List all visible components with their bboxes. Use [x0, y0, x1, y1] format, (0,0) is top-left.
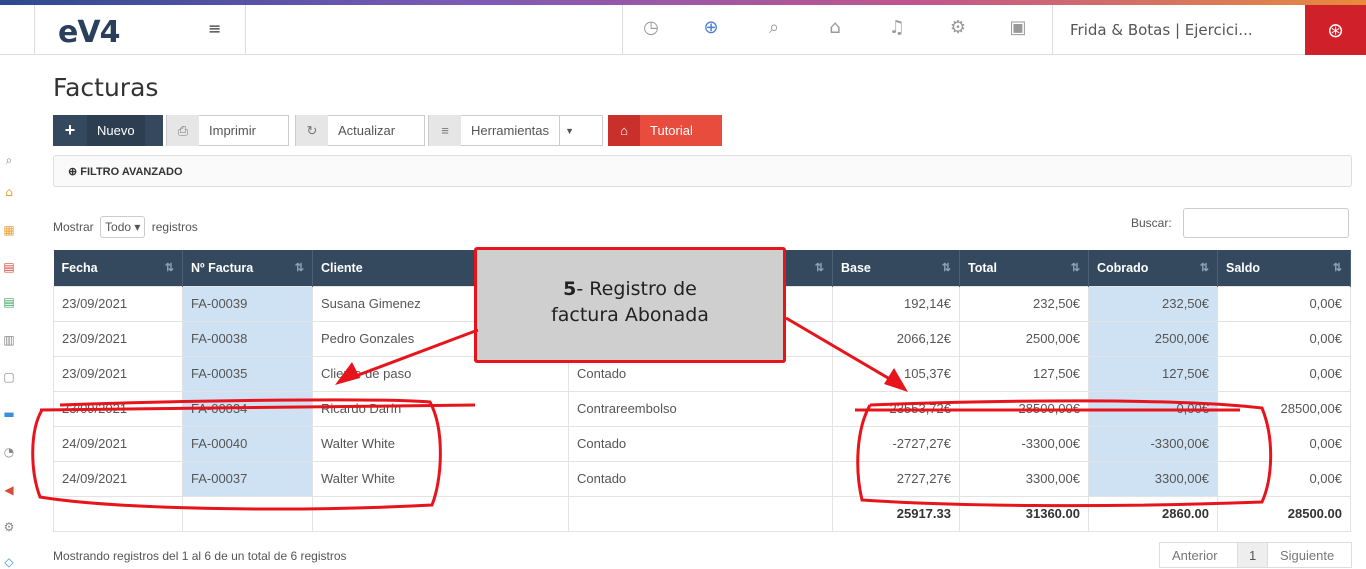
strike-line-left [39, 403, 476, 412]
arrow-line-right [785, 316, 901, 387]
highlight-circle-right [856, 399, 1273, 508]
prev-page-button[interactable]: Anterior [1159, 542, 1238, 568]
next-page-button[interactable]: Siguiente [1267, 542, 1352, 568]
arrow-head-right [884, 368, 908, 392]
annotation-overlay [31, 316, 1273, 511]
page-1-button[interactable]: 1 [1237, 542, 1268, 568]
highlight-circle-left [31, 398, 442, 511]
arrow-line-left [344, 328, 479, 382]
table-info: Mostrando registros del 1 al 6 de un tot… [53, 549, 347, 563]
arrow-head-left [335, 362, 360, 385]
